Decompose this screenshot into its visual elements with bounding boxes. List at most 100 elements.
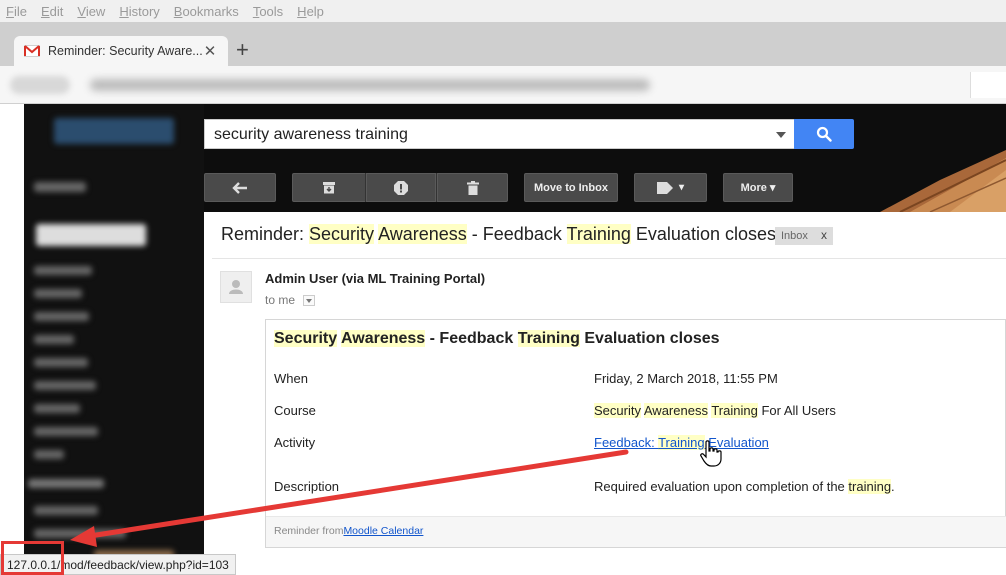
description-label: Description [274, 479, 340, 494]
when-label: When [274, 371, 308, 386]
card-footer-text: Reminder fromMoodle Calendar [274, 525, 423, 537]
folder-blurred[interactable] [34, 358, 88, 367]
title-highlight: Awareness [341, 330, 426, 347]
back-button[interactable] [204, 173, 276, 202]
folder-blurred[interactable] [34, 529, 126, 538]
folder-blurred[interactable] [34, 506, 98, 515]
label-tag-icon [656, 181, 673, 194]
categories-blurred[interactable] [28, 479, 104, 488]
theme-background-art [880, 150, 1006, 212]
delete-button[interactable] [437, 173, 508, 202]
course-highlight: Training [711, 403, 758, 418]
menu-edit[interactable]: Edit [41, 4, 63, 19]
report-spam-button[interactable] [366, 173, 436, 202]
hand-cursor-icon [700, 440, 722, 467]
title-text: Evaluation closes [579, 330, 720, 347]
search-icon [816, 126, 832, 142]
folder-blurred[interactable] [34, 450, 64, 459]
gmail-icon [24, 45, 40, 57]
archive-button[interactable] [292, 173, 366, 202]
activity-label: Activity [274, 435, 316, 450]
course-highlight: Security [594, 403, 641, 418]
subject-highlight: Training [566, 224, 631, 244]
search-input[interactable]: security awareness training [204, 119, 795, 149]
addressbar-right-area [970, 72, 1006, 98]
activity-link-highlight: Training [658, 435, 705, 450]
card-title: Security Awareness - Feedback Training E… [274, 330, 720, 348]
labels-chevron-down-icon: ▾ [678, 182, 685, 193]
url-field-blurred[interactable] [90, 78, 650, 91]
folder-blurred[interactable] [34, 312, 89, 321]
avatar [220, 271, 252, 303]
folder-blurred[interactable] [34, 404, 80, 413]
title-highlight: Training [517, 330, 580, 347]
menu-history[interactable]: History [119, 4, 159, 19]
compose-button-blurred[interactable] [36, 224, 146, 246]
description-highlight: training [848, 479, 892, 494]
move-to-inbox-button[interactable]: Move to Inbox [524, 173, 618, 202]
menu-file[interactable]: File [6, 4, 27, 19]
activity-link-text: Feedback: [594, 435, 659, 450]
mail-label-blurred[interactable] [34, 182, 86, 192]
menu-bookmarks[interactable]: Bookmarks [174, 4, 239, 19]
folder-blurred[interactable] [34, 266, 92, 275]
subject-text: - Feedback [466, 224, 567, 244]
gmail-sidebar-blurred [24, 104, 204, 575]
course-text: For All Users [757, 403, 836, 418]
screenshot-root: File Edit View History Bookmarks Tools H… [0, 0, 1006, 575]
back-arrow-icon [232, 181, 247, 194]
labels-button[interactable]: ▾ [634, 173, 707, 202]
search-query: security awareness training [214, 126, 408, 143]
tab-title: Reminder: Security Aware... [48, 44, 202, 58]
when-value: Friday, 2 March 2018, 11:55 PM [594, 371, 778, 386]
folder-blurred[interactable] [34, 381, 96, 390]
browser-tab[interactable]: Reminder: Security Aware... ✕ [14, 36, 228, 66]
address-bar [0, 66, 1006, 104]
remove-label-icon[interactable]: x [821, 228, 827, 242]
header-divider [212, 258, 1006, 259]
trash-icon [466, 180, 479, 195]
course-highlight: Awareness [643, 403, 708, 418]
subject-text: Reminder: [221, 224, 310, 244]
title-text: - Feedback [425, 330, 518, 347]
archive-icon [323, 182, 335, 194]
course-label: Course [274, 403, 316, 418]
folder-blurred[interactable] [34, 335, 74, 344]
recipient-summary: to me [265, 293, 296, 307]
subject-highlight: Awareness [378, 224, 467, 244]
sender-name[interactable]: Admin User (via ML Training Portal) [265, 271, 485, 286]
logo-blurred [54, 118, 174, 144]
inbox-label-chip[interactable]: Inbox x [775, 227, 833, 245]
tab-strip: Reminder: Security Aware... ✕ + [0, 22, 1006, 66]
email-subject: Reminder: Security Awareness - Feedback … [221, 224, 776, 245]
description-text: . [891, 479, 895, 494]
folder-blurred[interactable] [34, 289, 82, 298]
menu-view[interactable]: View [77, 4, 105, 19]
footer-prefix: Reminder from [274, 525, 344, 537]
subject-text: Evaluation closes [630, 224, 776, 244]
tab-close-icon[interactable]: ✕ [202, 42, 218, 60]
course-value: Security Awareness Training For All User… [594, 403, 836, 418]
description-text: Required evaluation upon completion of t… [594, 479, 849, 494]
annotation-highlight-box [1, 541, 64, 575]
menu-help[interactable]: Help [297, 4, 324, 19]
inbox-label-text: Inbox [781, 230, 808, 242]
person-icon [229, 280, 243, 294]
title-highlight: Security [274, 330, 338, 347]
window-left-edge [0, 104, 24, 575]
nav-buttons-blurred[interactable] [10, 75, 70, 94]
description-value: Required evaluation upon completion of t… [594, 479, 895, 494]
search-options-chevron-icon[interactable] [776, 132, 786, 138]
menu-tools[interactable]: Tools [253, 4, 283, 19]
search-button[interactable] [794, 119, 854, 149]
show-details-chevron-down-icon[interactable] [303, 295, 315, 306]
report-spam-icon [394, 180, 408, 195]
subject-highlight: Security [309, 224, 375, 244]
activity-link[interactable]: Feedback: Training Evaluation [594, 435, 769, 450]
folder-blurred[interactable] [34, 427, 98, 436]
browser-menubar: File Edit View History Bookmarks Tools H… [0, 0, 1006, 22]
more-button[interactable]: More ▾ [723, 173, 793, 202]
moodle-calendar-link[interactable]: Moodle Calendar [343, 525, 423, 537]
new-tab-icon[interactable]: + [236, 39, 249, 61]
calendar-reminder-card [265, 319, 1006, 548]
